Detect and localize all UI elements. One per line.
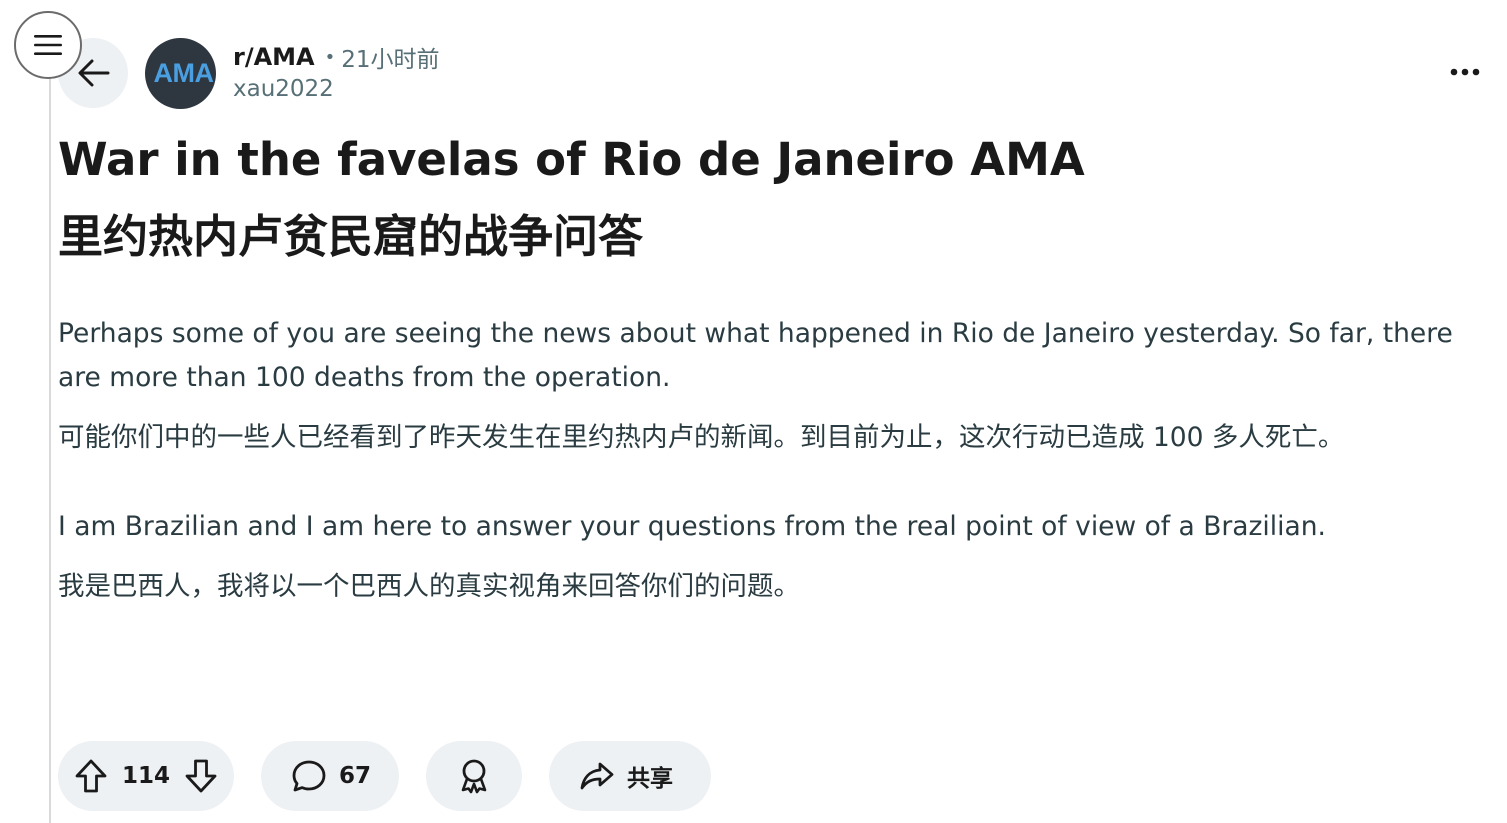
post-body: Perhaps some of you are seeing the news … bbox=[58, 312, 1490, 609]
share-label: 共享 bbox=[627, 766, 673, 792]
share-button[interactable]: 共享 bbox=[549, 741, 711, 811]
post-page: AMA r/AMA • 21小时前 xau2022 War in the fav… bbox=[0, 0, 1507, 823]
author-link[interactable]: xau2022 bbox=[233, 76, 334, 102]
more-options-button[interactable] bbox=[1440, 52, 1490, 92]
comments-button[interactable]: 67 bbox=[261, 741, 399, 811]
post-meta: r/AMA • 21小时前 bbox=[233, 40, 440, 74]
paragraph-2-en: I am Brazilian and I am here to answer y… bbox=[58, 511, 1326, 542]
thread-rule bbox=[49, 40, 51, 823]
paragraph-1-zh: 可能你们中的一些人已经看到了昨天发生在里约热内卢的新闻。到目前为止，这次行动已造… bbox=[58, 422, 1345, 453]
share-arrow-icon bbox=[580, 762, 614, 790]
arrow-up-outline-icon bbox=[75, 759, 107, 793]
hamburger-menu-icon bbox=[34, 35, 62, 55]
speech-bubble-icon bbox=[292, 760, 326, 792]
arrow-down-outline-icon bbox=[185, 759, 217, 793]
post-actions: 114 67 共享 bbox=[58, 741, 711, 811]
vote-count: 114 bbox=[121, 763, 170, 789]
upvote-button[interactable] bbox=[74, 758, 108, 794]
post-title: War in the favelas of Rio de Janeiro AMA… bbox=[58, 121, 1488, 275]
downvote-button[interactable] bbox=[184, 758, 218, 794]
post-time: 21小时前 bbox=[341, 47, 440, 73]
meta-separator: • bbox=[324, 46, 336, 68]
comment-count: 67 bbox=[339, 763, 372, 789]
paragraph-2-zh: 我是巴西人，我将以一个巴西人的真实视角来回答你们的问题。 bbox=[58, 571, 800, 602]
paragraph-1-en: Perhaps some of you are seeing the news … bbox=[58, 318, 1453, 393]
award-button[interactable] bbox=[426, 741, 522, 811]
subreddit-link[interactable]: r/AMA bbox=[233, 43, 315, 71]
avatar-label: AMA bbox=[153, 58, 215, 88]
award-ribbon-icon bbox=[461, 759, 487, 794]
post-title-zh: 里约热内卢贫民窟的战争问答 bbox=[58, 210, 644, 263]
post-title-en: War in the favelas of Rio de Janeiro AMA bbox=[58, 133, 1085, 186]
vote-control: 114 bbox=[58, 741, 234, 811]
arrow-left-icon bbox=[78, 59, 110, 87]
subreddit-avatar[interactable]: AMA bbox=[145, 38, 216, 109]
menu-button[interactable] bbox=[14, 11, 82, 79]
more-horizontal-icon bbox=[1450, 68, 1480, 76]
